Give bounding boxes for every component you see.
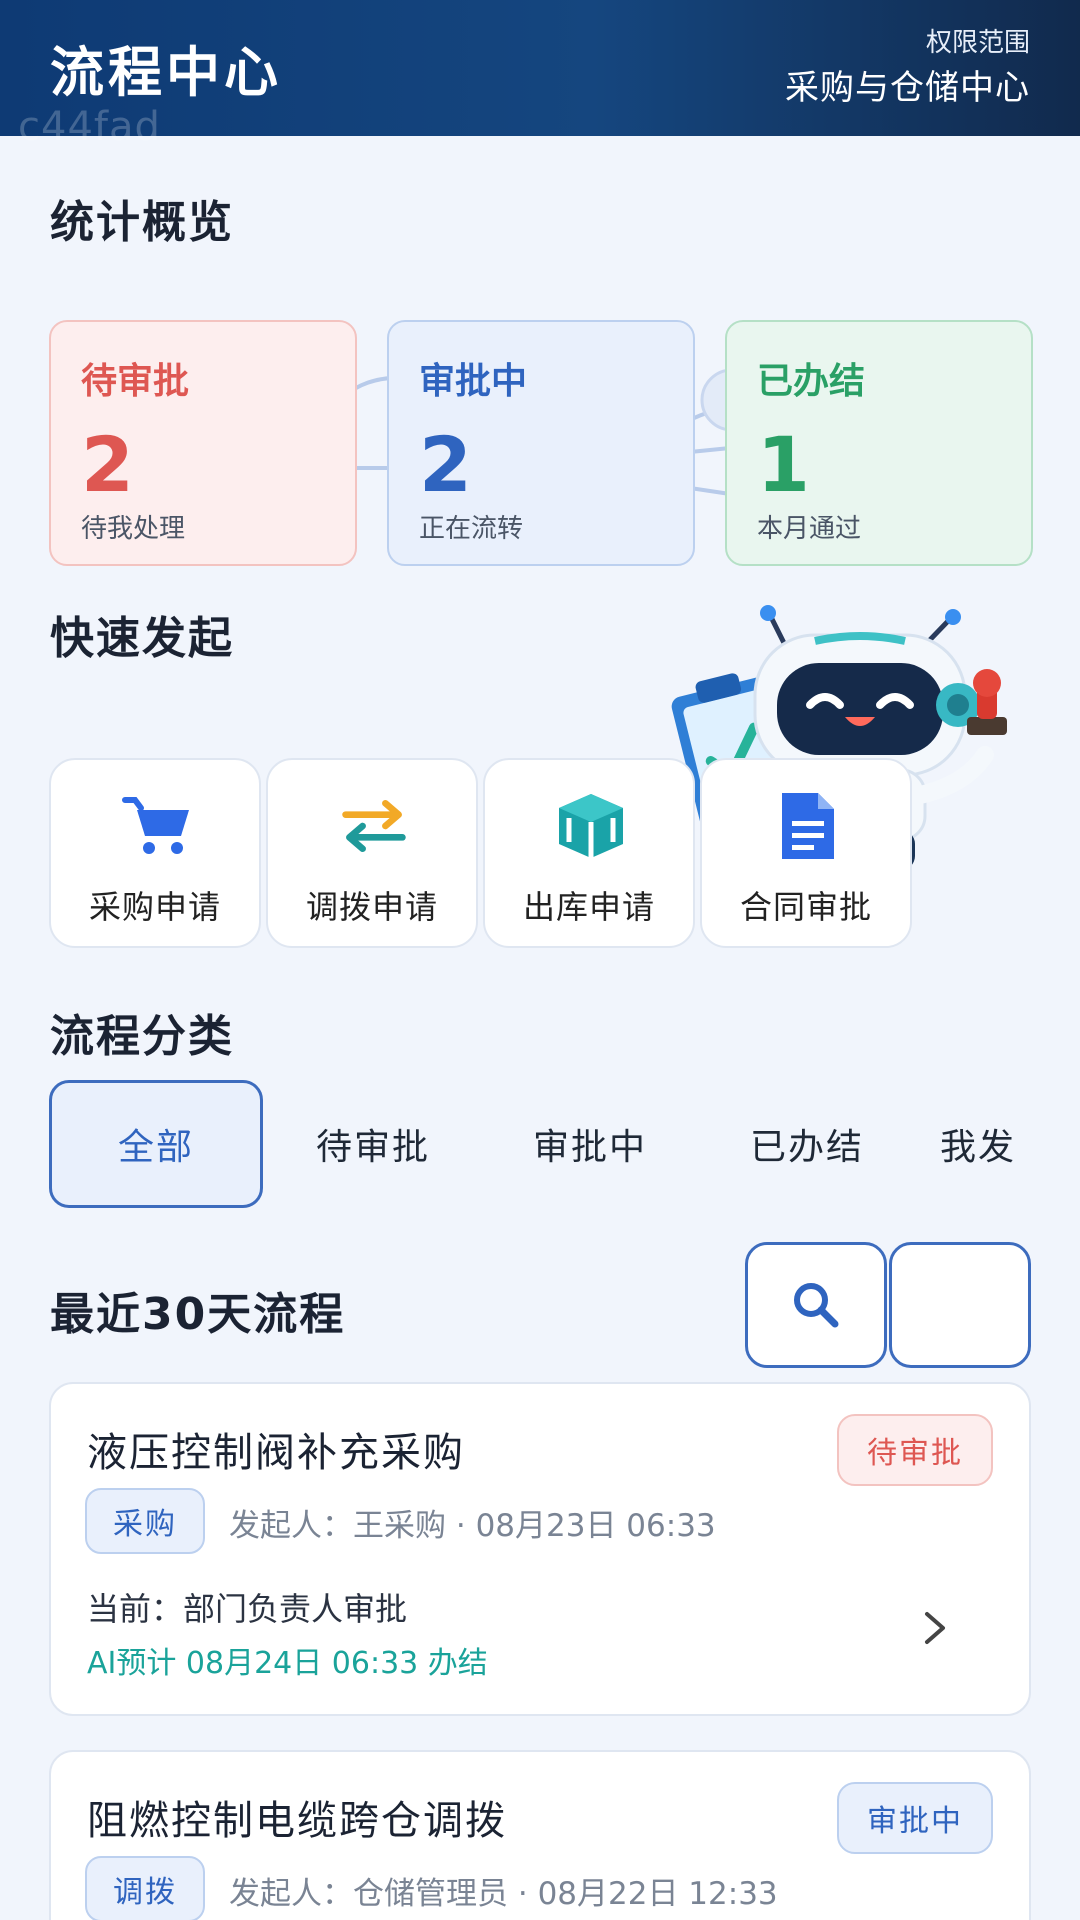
page-title: 流程中心 (50, 41, 282, 104)
initiator-label: 发起人： (229, 1876, 353, 1912)
current-label: 当前： (87, 1590, 184, 1628)
scope-value[interactable]: 采购与仓储中心 (785, 60, 1030, 109)
initiator-name: 王采购 (353, 1508, 446, 1544)
stat-card-completed[interactable]: 已办结 1 本月通过 (725, 320, 1033, 566)
search-icon (794, 1283, 839, 1328)
current-step: 当前：部门负责人审批 (87, 1584, 407, 1630)
tab-initiated-by-me[interactable]: 我发 (940, 1080, 1080, 1208)
process-date: 08月22日 12:33 (537, 1876, 778, 1912)
stat-subtext: 待我处理 (81, 514, 186, 544)
quick-action-purchase[interactable]: 采购申请 (49, 758, 261, 948)
category-tag: 调拨 (85, 1856, 205, 1920)
ai-estimate: AI预计 08月24日 06:33 办结 (87, 1646, 488, 1681)
quick-actions-title: 快速发起 (50, 613, 234, 664)
transfer-arrows-icon (338, 790, 410, 862)
process-meta: 发起人：仓储管理员 · 08月22日 12:33 (229, 1876, 778, 1912)
process-date: 08月23日 06:33 (475, 1508, 716, 1544)
status-badge: 待审批 (837, 1414, 993, 1486)
cart-icon (121, 790, 193, 862)
app-header: 流程中心 c44fad 权限范围 采购与仓储中心 (0, 0, 1080, 150)
initiator-label: 发起人： (229, 1508, 353, 1544)
document-icon (772, 790, 844, 862)
search-button[interactable] (745, 1242, 887, 1368)
stat-label: 审批中 (419, 361, 528, 402)
quick-action-label: 合同审批 (739, 888, 872, 926)
quick-action-contract[interactable]: 合同审批 (700, 758, 912, 948)
tab-in-progress[interactable]: 审批中 (483, 1080, 697, 1208)
initiator-name: 仓储管理员 (353, 1876, 508, 1912)
process-card[interactable]: 液压控制阀补充采购 待审批 采购 发起人：王采购 · 08月23日 06:33 … (49, 1382, 1031, 1716)
stat-label: 待审批 (81, 361, 190, 402)
quick-action-label: 调拨申请 (305, 888, 438, 926)
stat-subtext: 正在流转 (419, 514, 524, 544)
stat-subtext: 本月通过 (757, 514, 862, 544)
status-badge: 审批中 (837, 1782, 993, 1854)
stat-count: 2 (419, 420, 472, 509)
stats-section-title: 统计概览 (50, 197, 234, 248)
category-tag: 采购 (85, 1488, 205, 1554)
current-step-value: 部门负责人审批 (183, 1590, 408, 1628)
categories-title: 流程分类 (50, 1011, 234, 1062)
quick-action-transfer[interactable]: 调拨申请 (266, 758, 478, 948)
process-name: 阻燃控制电缆跨仓调拨 (87, 1798, 507, 1844)
filter-button[interactable] (889, 1242, 1031, 1368)
stat-card-pending[interactable]: 待审批 2 待我处理 (49, 320, 357, 566)
process-meta: 发起人：王采购 · 08月23日 06:33 (229, 1508, 716, 1544)
tab-completed[interactable]: 已办结 (700, 1080, 914, 1208)
stat-count: 1 (757, 420, 810, 509)
box-icon (555, 790, 627, 862)
quick-action-outbound[interactable]: 出库申请 (483, 758, 695, 948)
watermark: c44fad (18, 104, 161, 150)
scope-label: 权限范围 (925, 28, 1030, 58)
process-name: 液压控制阀补充采购 (87, 1430, 465, 1476)
tab-pending[interactable]: 待审批 (266, 1080, 480, 1208)
quick-action-label: 出库申请 (522, 888, 655, 926)
tab-all[interactable]: 全部 (49, 1080, 263, 1208)
chevron-right-icon (925, 1612, 945, 1644)
stat-count: 2 (81, 420, 134, 509)
process-card[interactable]: 阻燃控制电缆跨仓调拨 审批中 调拨 发起人：仓储管理员 · 08月22日 12:… (49, 1750, 1031, 1920)
recent-list-title: 最近30天流程 (50, 1289, 346, 1340)
stat-label: 已办结 (757, 361, 866, 402)
stat-card-in-progress[interactable]: 审批中 2 正在流转 (387, 320, 695, 566)
quick-action-label: 采购申请 (88, 888, 221, 926)
